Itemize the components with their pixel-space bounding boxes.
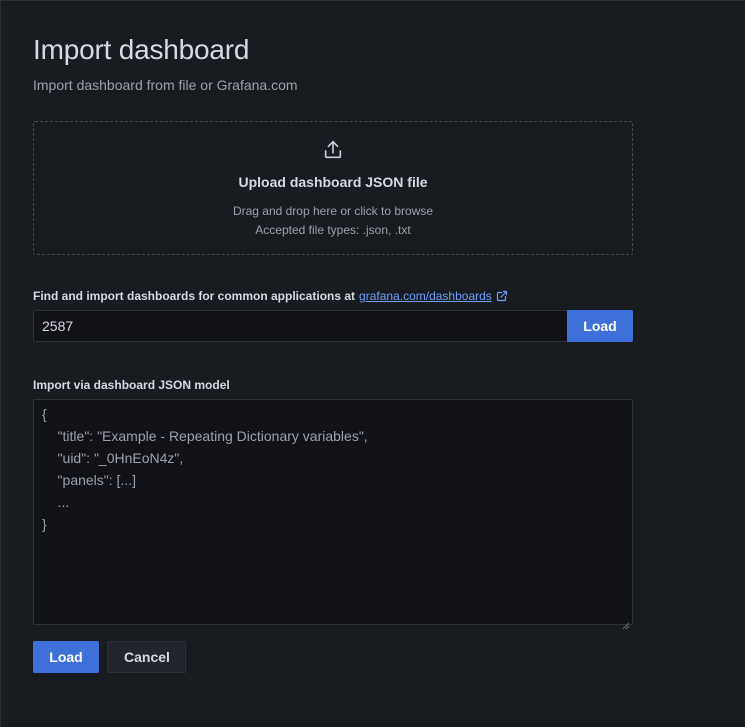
file-dropzone[interactable]: Upload dashboard JSON file Drag and drop…	[33, 121, 633, 255]
upload-title: Upload dashboard JSON file	[238, 174, 428, 190]
external-link-icon[interactable]	[496, 290, 508, 302]
load-json-button[interactable]: Load	[33, 641, 99, 673]
grafana-com-dashboards-link[interactable]: grafana.com/dashboards	[359, 288, 492, 304]
page-title: Import dashboard	[33, 34, 250, 65]
grafana-com-label: Find and import dashboards for common ap…	[33, 288, 633, 304]
upload-hint-file-types: Accepted file types: .json, .txt	[255, 223, 411, 237]
main-content: Import dashboard Import dashboard from f…	[33, 33, 633, 673]
upload-hint-browse: Drag and drop here or click to browse	[232, 204, 434, 218]
json-model-placeholder: { "title": "Example - Repeating Dictiona…	[42, 406, 368, 532]
resize-grip-icon[interactable]	[622, 614, 630, 630]
load-grafana-com-button[interactable]: Load	[567, 310, 633, 342]
cancel-button[interactable]: Cancel	[107, 641, 186, 673]
upload-icon	[321, 138, 345, 162]
page-subtitle: Import dashboard from file or Grafana.co…	[33, 77, 298, 93]
grafana-com-import-row: Load	[33, 310, 633, 342]
json-model-label: Import via dashboard JSON model	[33, 378, 230, 392]
dashboard-id-input[interactable]	[33, 310, 567, 342]
json-model-textarea[interactable]: { "title": "Example - Repeating Dictiona…	[33, 399, 633, 630]
import-dashboard-page: Import dashboard Import dashboard from f…	[0, 0, 745, 727]
form-actions: Load Cancel	[33, 641, 633, 673]
grafana-com-label-text: Find and import dashboards for common ap…	[33, 289, 356, 303]
